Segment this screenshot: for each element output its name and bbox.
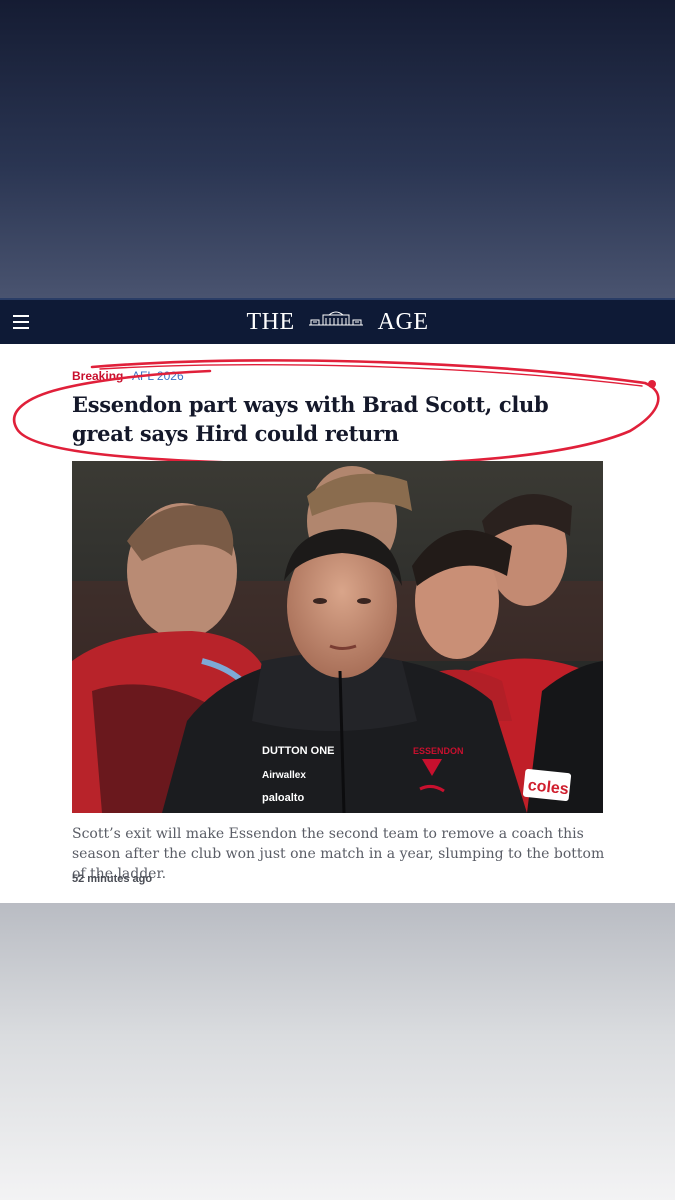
the-age-logo[interactable]: THE AGE — [0, 308, 675, 336]
crest-icon — [305, 309, 367, 336]
sponsor-paloalto: paloalto — [262, 792, 304, 804]
section-tag[interactable]: AFL 2026 — [132, 369, 184, 383]
essendon-badge-text: ESSENDON — [413, 746, 464, 756]
background-top — [0, 0, 675, 300]
article-card[interactable]: THE AGE Breaking AFL 2026 Essendon part … — [0, 298, 675, 903]
article-kicker: Breaking AFL 2026 — [72, 369, 184, 383]
article-timestamp: 52 minutes ago — [72, 873, 153, 885]
article-headline[interactable]: Essendon part ways with Brad Scott, club… — [72, 390, 612, 448]
article-caption: Scott’s exit will make Essendon the seco… — [72, 826, 605, 882]
logo-word-the: THE — [246, 308, 295, 335]
sponsor-airwallex: Airwallex — [262, 770, 306, 781]
background-bottom — [0, 903, 675, 1200]
article-photo[interactable]: DUTTON ONE Airwallex paloalto ESSENDON c… — [72, 461, 603, 813]
masthead: THE AGE — [0, 298, 675, 344]
logo-word-age: AGE — [377, 308, 429, 335]
breaking-tag[interactable]: Breaking — [72, 369, 123, 383]
sponsor-dutton: DUTTON ONE — [262, 745, 335, 757]
